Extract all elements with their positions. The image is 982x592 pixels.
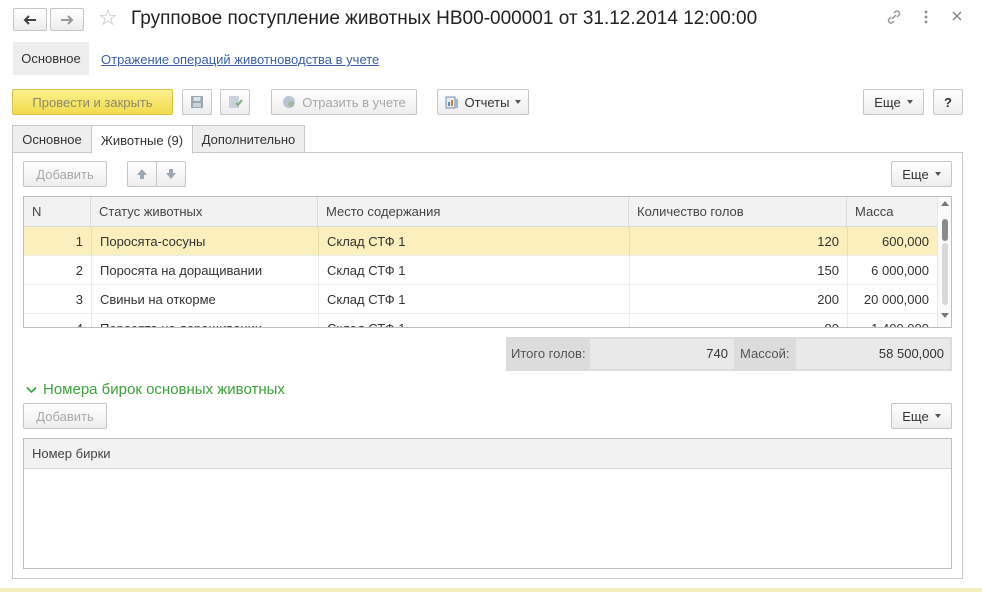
total-mass-value: 58 500,000	[796, 339, 950, 369]
table-row[interactable]: 2 Поросята на доращивании Склад СТФ 1 15…	[24, 256, 937, 285]
help-button[interactable]: ?	[933, 89, 963, 115]
column-header-n[interactable]: N	[24, 197, 91, 227]
tab-additional[interactable]: Дополнительно	[192, 125, 305, 153]
tags-group-toggle[interactable]: Номера бирок основных животных	[26, 381, 285, 398]
table-scrollbar[interactable]	[937, 197, 951, 327]
more-label: Еще	[874, 94, 901, 110]
arrow-left-icon	[23, 14, 36, 25]
table-row[interactable]: 3 Свиньи на откорме Склад СТФ 1 200 20 0…	[24, 285, 937, 314]
total-heads-value: 740	[590, 339, 734, 369]
column-header-count[interactable]: Количество голов	[629, 197, 847, 227]
star-icon[interactable]: ☆	[98, 5, 118, 31]
reports-label: Отчеты	[464, 94, 510, 110]
cell-status: Поросята на доращивании	[91, 314, 318, 327]
close-icon[interactable]	[951, 9, 963, 26]
column-header-mass[interactable]: Масса	[847, 197, 937, 227]
scroll-track	[942, 243, 948, 305]
column-header-place[interactable]: Место содержания	[318, 197, 629, 227]
total-heads-label: Итого голов:	[511, 346, 586, 361]
tags-more-label: Еще	[902, 408, 929, 424]
floppy-disk-icon	[191, 96, 203, 108]
arrow-right-icon	[61, 14, 74, 25]
cell-place: Склад СТФ 1	[318, 285, 629, 314]
add-tag-button[interactable]: Добавить	[23, 403, 107, 429]
cell-count: 150	[629, 256, 847, 285]
chevron-down-icon	[906, 100, 913, 104]
save-button[interactable]	[182, 89, 212, 115]
table-row[interactable]: 1 Поросята-сосуны Склад СТФ 1 120 600,00…	[24, 227, 937, 256]
tags-more-button[interactable]: Еще	[891, 403, 952, 429]
link-icon[interactable]	[886, 9, 902, 29]
cell-place: Склад СТФ 1	[318, 256, 629, 285]
reports-menu-button[interactable]: Отчеты	[437, 89, 529, 115]
cell-mass: 600,000	[847, 227, 937, 256]
table-row[interactable]: 4 Поросята на доращивании Склад СТФ 1 80…	[24, 314, 937, 327]
globe-icon	[283, 96, 296, 108]
scroll-down-icon[interactable]	[941, 313, 949, 318]
post-and-close-button[interactable]: Провести и закрыть	[12, 89, 173, 115]
chevron-down-icon	[934, 172, 941, 176]
cell-place: Склад СТФ 1	[318, 314, 629, 327]
cell-count: 120	[629, 227, 847, 256]
cell-status: Свиньи на откорме	[91, 285, 318, 314]
chevron-down-icon	[934, 414, 941, 418]
cell-place: Склад СТФ 1	[318, 227, 629, 256]
scroll-thumb[interactable]	[942, 219, 948, 241]
tags-group-title: Номера бирок основных животных	[43, 381, 285, 398]
column-header-tag-number[interactable]: Номер бирки	[24, 439, 951, 469]
reflect-in-accounting-button[interactable]: Отразить в учете	[271, 89, 417, 115]
move-up-button[interactable]	[127, 161, 157, 187]
reports-icon	[445, 96, 458, 109]
cell-n: 1	[75, 234, 83, 249]
scroll-up-icon[interactable]	[941, 201, 949, 206]
cell-mass: 1 400,000	[847, 314, 937, 327]
section-main[interactable]: Основное	[13, 42, 89, 75]
cell-count: 80	[629, 314, 847, 327]
tab-main[interactable]: Основное	[12, 125, 92, 153]
tab-animals[interactable]: Животные (9)	[91, 125, 193, 154]
totals-bar: Итого голов: 740 Массой: 58 500,000	[506, 337, 952, 371]
reflect-label: Отразить в учете	[302, 94, 406, 110]
animals-more-label: Еще	[902, 166, 929, 182]
section-reflection-link[interactable]: Отражение операций животноводства в учет…	[101, 52, 379, 67]
cell-status: Поросята-сосуны	[91, 227, 318, 256]
table-header: N Статус животных Место содержания Колич…	[24, 197, 937, 227]
cell-mass: 6 000,000	[847, 256, 937, 285]
total-mass-label: Массой:	[740, 346, 790, 361]
bottom-border	[0, 588, 982, 592]
post-button[interactable]	[220, 89, 250, 115]
arrow-down-icon	[166, 169, 176, 179]
animals-more-button[interactable]: Еще	[891, 161, 952, 187]
cell-count: 200	[629, 285, 847, 314]
chevron-down-icon	[515, 100, 522, 104]
tags-table[interactable]: Номер бирки	[23, 438, 952, 569]
cell-mass: 20 000,000	[847, 285, 937, 314]
move-down-button[interactable]	[156, 161, 186, 187]
post-document-icon	[229, 96, 243, 108]
more-actions-button[interactable]: Еще	[863, 89, 924, 115]
page-title: Групповое поступление животных НВ00-0000…	[131, 8, 758, 29]
chevron-down-icon	[26, 386, 37, 394]
add-animal-button[interactable]: Добавить	[23, 161, 107, 187]
cell-n: 4	[24, 314, 91, 327]
cell-status: Поросята на доращивании	[91, 256, 318, 285]
animals-table: N Статус животных Место содержания Колич…	[23, 196, 952, 328]
kebab-menu-icon[interactable]	[923, 9, 929, 29]
back-button[interactable]	[13, 8, 47, 31]
cell-n: 3	[75, 292, 83, 307]
cell-n: 2	[75, 263, 83, 278]
forward-button[interactable]	[50, 8, 84, 31]
column-header-status[interactable]: Статус животных	[91, 197, 318, 227]
arrow-up-icon	[137, 169, 147, 179]
